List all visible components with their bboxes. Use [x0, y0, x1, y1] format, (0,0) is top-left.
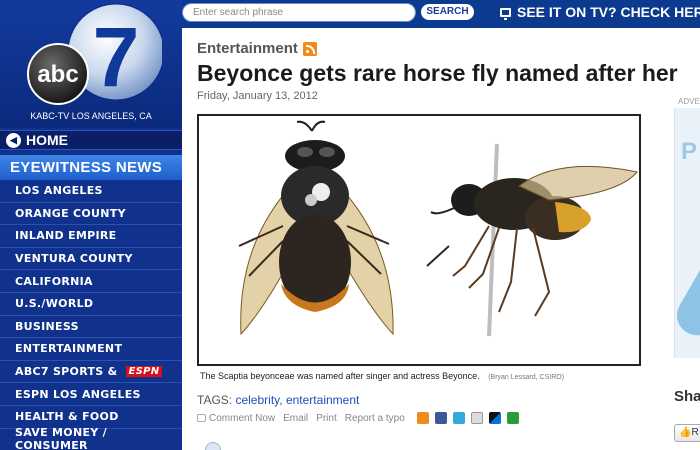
nav-item-ventura-county[interactable]: VENTURA COUNTY	[0, 248, 182, 271]
twitter-icon[interactable]	[452, 412, 465, 424]
nav-item-label: U.S./WORLD	[15, 297, 94, 311]
facebook-recommend-button[interactable]: 👍R	[674, 424, 700, 442]
nav-item-health-food[interactable]: HEALTH & FOOD	[0, 406, 182, 429]
nav-item-label: ESPN LOS ANGELES	[15, 387, 141, 401]
delicious-icon[interactable]	[488, 412, 501, 424]
section-link[interactable]: Entertainment	[197, 40, 298, 57]
nav-item-abc7-sports[interactable]: ABC7 SPORTS & ESPN	[0, 361, 182, 384]
home-arrow-icon: ◀	[6, 132, 21, 148]
nav-item-label: INLAND EMPIRE	[15, 229, 117, 243]
nav-item-label: BUSINESS	[15, 319, 79, 333]
nav-item-save-money[interactable]: SAVE MONEY / CONSUMER	[0, 426, 182, 450]
share-icon[interactable]	[506, 412, 519, 424]
logo-area[interactable]: 7 abc KABC-TV LOS ANGELES, CA	[0, 0, 182, 128]
print-link[interactable]: Print	[316, 413, 337, 424]
facebook-icon[interactable]	[434, 412, 447, 424]
abc7-logo: 7 abc	[27, 3, 162, 105]
nav-item-espn-los-angeles[interactable]: ESPN LOS ANGELES	[0, 383, 182, 406]
tv-link-label: SEE IT ON TV? CHECK HERE	[517, 4, 700, 20]
abc-brand-text: abc	[37, 61, 78, 88]
comment-icon	[197, 414, 206, 422]
digg-icon[interactable]	[470, 412, 483, 424]
nav-item-label: ABC7 SPORTS &	[15, 365, 118, 379]
article-actions: Comment Now Email Print Report a typo	[197, 412, 519, 424]
tags-row: TAGS: celebrity, entertainment	[197, 393, 359, 407]
comment-label: Comment Now	[209, 412, 276, 424]
fly-dorsal-view	[238, 120, 394, 336]
home-link[interactable]: ◀ HOME	[0, 130, 182, 150]
ad-graphic	[675, 253, 700, 343]
nav-item-label: SAVE MONEY / CONSUMER	[15, 426, 107, 450]
search-input[interactable]: Enter search phrase	[182, 3, 416, 22]
comments-icon[interactable]	[205, 442, 221, 450]
nav-item-label: ENTERTAINMENT	[15, 342, 123, 356]
thumbs-up-icon: 👍	[679, 427, 692, 438]
article-date: Friday, January 13, 2012	[197, 90, 318, 102]
nav-item-label: ORANGE COUNTY	[15, 206, 126, 220]
station-name: KABC-TV LOS ANGELES, CA	[30, 111, 152, 121]
article-header: Entertainment Beyonce gets rare horse fl…	[197, 40, 697, 102]
caption-text: The Scaptia beyonceae was named after si…	[200, 371, 480, 381]
email-link[interactable]: Email	[283, 413, 308, 424]
nav-item-inland-empire[interactable]: INLAND EMPIRE	[0, 225, 182, 248]
rss-icon[interactable]	[302, 41, 317, 56]
search-button[interactable]: SEARCH	[421, 4, 474, 20]
share-heading: Sha	[674, 388, 700, 405]
nav-item-los-angeles[interactable]: LOS ANGELES	[0, 180, 182, 203]
eyewitness-news-header[interactable]: EYEWITNESS NEWS	[0, 155, 182, 180]
nav-item-california[interactable]: CALIFORNIA	[0, 270, 182, 293]
report-typo-link[interactable]: Report a typo	[345, 413, 405, 424]
nav-item-business[interactable]: BUSINESS	[0, 316, 182, 339]
nav-item-label: VENTURA COUNTY	[15, 252, 133, 266]
section-title: EYEWITNESS NEWS	[10, 159, 163, 176]
tag-link-entertainment[interactable]: entertainment	[286, 393, 359, 407]
tag-link-celebrity[interactable]: celebrity	[235, 393, 279, 407]
share-icons	[416, 412, 519, 424]
nav-item-orange-county[interactable]: ORANGE COUNTY	[0, 203, 182, 226]
advertisement-label: ADVE	[678, 97, 700, 106]
page: Enter search phrase SEARCH SEE IT ON TV?…	[0, 0, 700, 450]
photo-credit: (Bryan Lessard, CSIRO)	[488, 374, 565, 381]
horse-fly-photo	[238, 120, 638, 337]
recommend-label: R	[691, 427, 699, 438]
tag-separator: ,	[279, 393, 283, 407]
photo-caption: The Scaptia beyonceae was named after si…	[200, 371, 564, 381]
section-row: Entertainment	[197, 40, 697, 57]
nav-item-entertainment[interactable]: ENTERTAINMENT	[0, 338, 182, 361]
comment-now-link[interactable]: Comment Now	[197, 413, 275, 424]
tv-icon	[500, 7, 511, 20]
nav-item-label: CALIFORNIA	[15, 274, 93, 288]
headline: Beyonce gets rare horse fly named after …	[197, 60, 678, 86]
article-photo	[197, 114, 641, 366]
ad-text: P	[681, 138, 698, 165]
rss-share-icon[interactable]	[416, 412, 429, 424]
fly-lateral-view	[426, 165, 638, 317]
tv-listings-link[interactable]: SEE IT ON TV? CHECK HERE	[500, 4, 700, 20]
channel-number: 7	[93, 10, 140, 104]
advertisement-box[interactable]: P	[674, 108, 700, 358]
espn-logo: ESPN	[125, 366, 163, 378]
nav-item-us-world[interactable]: U.S./WORLD	[0, 293, 182, 316]
nav-item-label: HEALTH & FOOD	[15, 410, 119, 424]
tags-label: TAGS:	[197, 393, 233, 407]
nav-list: LOS ANGELES ORANGE COUNTY INLAND EMPIRE …	[0, 180, 182, 450]
home-label: HOME	[26, 132, 68, 148]
sidebar: 7 abc KABC-TV LOS ANGELES, CA ◀ HOME EYE…	[0, 0, 182, 450]
nav-item-label: LOS ANGELES	[15, 184, 103, 198]
